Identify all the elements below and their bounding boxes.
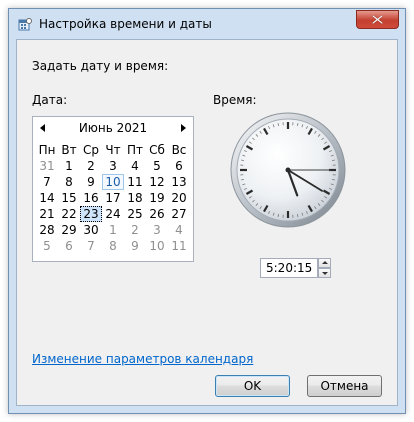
calendar-week-row: 5 6 7 8 9 10 11: [36, 238, 190, 254]
analog-clock: [230, 112, 346, 228]
calendar-day[interactable]: 2: [80, 158, 102, 174]
calendar-day[interactable]: 5: [146, 158, 168, 174]
calendar-day[interactable]: 1: [102, 222, 124, 238]
dialog-body: Задать дату и время: Дата: Время: Июнь 2…: [16, 39, 398, 406]
calendar-day[interactable]: 6: [58, 238, 80, 254]
title-bar[interactable]: Настройка времени и даты: [9, 9, 405, 39]
weekday-label: Ср: [83, 143, 99, 157]
calendar-week-row: 7 8 9 10 11 12 13: [36, 174, 190, 190]
calendar-day[interactable]: 25: [124, 206, 146, 222]
weekday-label: Вс: [171, 143, 187, 157]
calendar-day[interactable]: 24: [102, 206, 124, 222]
time-label: Время:: [213, 93, 257, 107]
calendar-day[interactable]: 16: [80, 190, 102, 206]
window-title: Настройка времени и даты: [39, 17, 212, 31]
weekday-label: Пт: [126, 143, 143, 157]
calendar-week-row: 21 22 23 24 25 26 27: [36, 206, 190, 222]
calendar-day[interactable]: 26: [146, 206, 168, 222]
calendar-day[interactable]: 23: [80, 206, 102, 222]
calendar-day[interactable]: 11: [124, 174, 146, 190]
calendar-day[interactable]: 18: [124, 190, 146, 206]
calendar-day[interactable]: 4: [168, 222, 190, 238]
calendar-day[interactable]: 9: [124, 238, 146, 254]
dialog-window: Настройка времени и даты Задать дату и в…: [8, 8, 406, 414]
calendar-day[interactable]: 17: [102, 190, 124, 206]
weekday-label: Вт: [61, 143, 77, 157]
calendar-clock-icon: [18, 18, 32, 31]
ok-button[interactable]: OK: [215, 375, 290, 397]
calendar-day[interactable]: 13: [168, 174, 190, 190]
calendar-day[interactable]: 8: [58, 174, 80, 190]
calendar-day[interactable]: 20: [168, 190, 190, 206]
weekday-label: Сб: [149, 143, 165, 157]
calendar-settings-link[interactable]: Изменение параметров календаря: [32, 352, 253, 366]
calendar-day[interactable]: 3: [102, 158, 124, 174]
calendar-day[interactable]: 7: [36, 174, 58, 190]
calendar-week-row: 28 29 30 1 2 3 4: [36, 222, 190, 238]
instruction-label: Задать дату и время:: [32, 59, 169, 73]
calendar-day[interactable]: 2: [124, 222, 146, 238]
calendar-day[interactable]: 21: [36, 206, 58, 222]
calendar-day[interactable]: 11: [168, 238, 190, 254]
calendar-day[interactable]: 8: [102, 238, 124, 254]
calendar-day[interactable]: 6: [168, 158, 190, 174]
date-calendar[interactable]: Июнь 2021 Пн Вт Ср Чт Пт Сб Вс 31 1 2 3 4 5 6 7 8 9 10 11 1…: [32, 116, 194, 262]
calendar-day[interactable]: 4: [124, 158, 146, 174]
calendar-week-row: 14 15 16 17 18 19 20: [36, 190, 190, 206]
calendar-day[interactable]: 14: [36, 190, 58, 206]
calendar-day[interactable]: 7: [80, 238, 102, 254]
calendar-day[interactable]: 31: [36, 158, 58, 174]
time-decrement-button[interactable]: [318, 268, 331, 278]
calendar-grid: Пн Вт Ср Чт Пт Сб Вс 31 1 2 3 4 5 6 7 8 9 10 11 12 13 14 15 16 1…: [36, 142, 190, 254]
weekday-label: Чт: [105, 143, 121, 157]
calendar-day[interactable]: 9: [80, 174, 102, 190]
time-input[interactable]: 5:20:15: [260, 258, 318, 278]
weekday-header-row: Пн Вт Ср Чт Пт Сб Вс: [36, 142, 190, 158]
time-increment-button[interactable]: [318, 258, 331, 268]
close-button[interactable]: [356, 10, 399, 29]
cancel-button[interactable]: Отмена: [307, 375, 382, 397]
calendar-day[interactable]: 30: [80, 222, 102, 238]
calendar-day[interactable]: 27: [168, 206, 190, 222]
calendar-day[interactable]: 5: [36, 238, 58, 254]
time-spinner: [318, 258, 331, 278]
calendar-day[interactable]: 29: [58, 222, 80, 238]
close-icon: [372, 15, 383, 24]
date-label: Дата:: [32, 93, 68, 107]
calendar-day[interactable]: 22: [58, 206, 80, 222]
calendar-day[interactable]: 12: [146, 174, 168, 190]
calendar-day[interactable]: 19: [146, 190, 168, 206]
weekday-label: Пн: [38, 143, 56, 157]
calendar-month-title[interactable]: Июнь 2021: [33, 121, 193, 135]
calendar-day[interactable]: 10: [146, 238, 168, 254]
next-month-button[interactable]: [181, 124, 186, 132]
calendar-day[interactable]: 10: [102, 174, 124, 190]
calendar-day[interactable]: 3: [146, 222, 168, 238]
calendar-day[interactable]: 1: [58, 158, 80, 174]
clock-center: [285, 167, 291, 173]
calendar-day[interactable]: 28: [36, 222, 58, 238]
calendar-day[interactable]: 15: [58, 190, 80, 206]
calendar-header: Июнь 2021: [33, 117, 193, 139]
calendar-week-row: 31 1 2 3 4 5 6: [36, 158, 190, 174]
